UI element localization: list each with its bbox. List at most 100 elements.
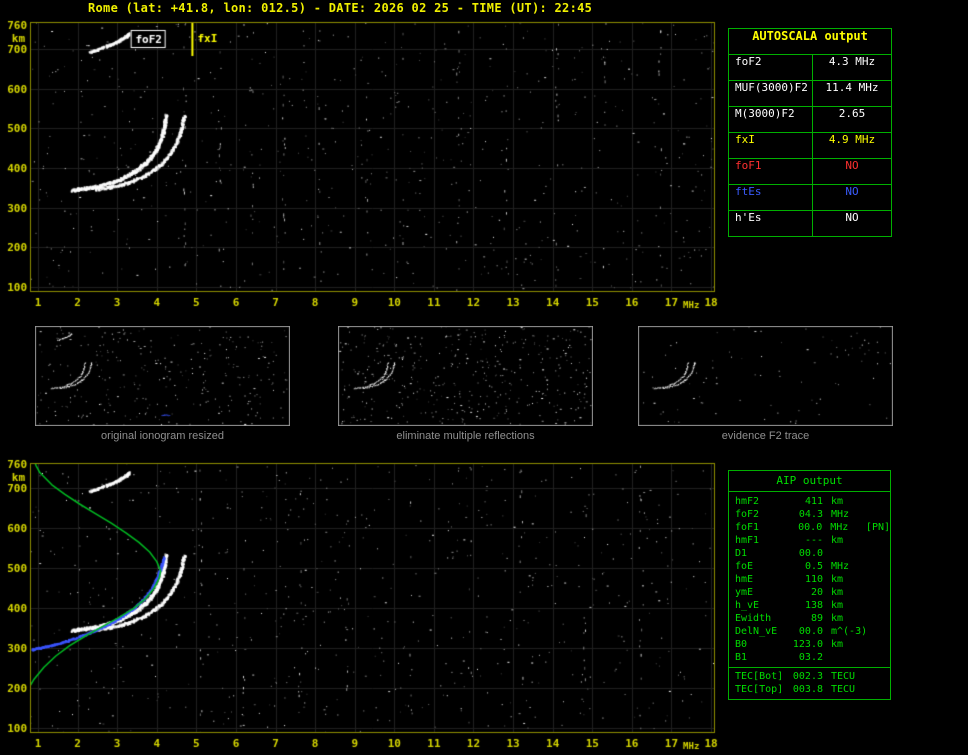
param-label: hmF1 — [735, 535, 760, 546]
param-label: foF1 — [729, 159, 813, 184]
param-unit: km — [831, 600, 844, 611]
param-label: DelN_vE — [735, 626, 778, 637]
param-label: B0 — [735, 639, 748, 650]
thumbnail-caption: eliminate multiple reflections — [396, 430, 535, 442]
param-value: 003.8 — [792, 684, 823, 695]
param-value: 138 — [804, 600, 823, 611]
param-note: [PN] — [865, 522, 891, 533]
param-unit: TECU — [831, 684, 856, 695]
param-value: 411 — [804, 496, 823, 507]
thumbnail-caption: evidence F2 trace — [721, 430, 810, 442]
param-unit: MHz — [831, 509, 850, 520]
ionogram-canvas — [0, 16, 730, 316]
param-value: NO — [845, 159, 859, 172]
param-note — [867, 625, 890, 638]
param-value: 11.4 MHz — [825, 81, 879, 94]
param-label: foE — [735, 561, 754, 572]
table-row: D1 00.0 — [729, 547, 890, 560]
param-label: MUF(3000)F2 — [729, 81, 813, 106]
param-unit: km — [831, 639, 844, 650]
param-label: hmE — [735, 574, 754, 585]
param-label: h'Es — [729, 211, 813, 236]
table-row: h'Es NO — [729, 211, 891, 236]
param-label: D1 — [735, 548, 748, 559]
param-value: 00.0 — [798, 522, 823, 533]
param-note — [867, 586, 890, 599]
param-value: --- — [804, 535, 823, 546]
param-value: NO — [845, 211, 859, 224]
param-note — [867, 508, 890, 521]
param-label: h_vE — [735, 600, 760, 611]
param-note — [867, 612, 890, 625]
autoscala-output-table: AUTOSCALA output foF2 4.3 MHz MUF(3000)F… — [728, 28, 892, 237]
station-title: Rome (lat: +41.8, lon: 012.5) - DATE: 20… — [88, 1, 593, 15]
param-unit: km — [831, 613, 844, 624]
table-row: B0 123.0 km — [729, 638, 890, 651]
param-label: hmF2 — [735, 496, 760, 507]
param-value: NO — [845, 185, 859, 198]
param-unit: MHz — [830, 522, 849, 533]
param-note — [867, 560, 890, 573]
table-row: Ewidth 89 km — [729, 612, 890, 625]
autoscala-window: Rome (lat: +41.8, lon: 012.5) - DATE: 20… — [0, 0, 968, 755]
param-value: 03.2 — [798, 652, 823, 663]
param-note — [867, 670, 890, 683]
profile-canvas — [0, 457, 730, 755]
param-label: ftEs — [729, 185, 813, 210]
param-value: 2.65 — [838, 107, 866, 120]
param-label: TEC[Bot] — [735, 671, 784, 682]
param-unit: km — [831, 587, 844, 598]
param-label: foF1 — [735, 522, 760, 533]
param-unit: m^(-3) — [831, 626, 868, 637]
param-unit: MHz — [831, 561, 850, 572]
param-value: 002.3 — [792, 671, 823, 682]
param-note — [867, 573, 890, 586]
param-unit: km — [831, 535, 844, 546]
table-row: foE 0.5 MHz — [729, 560, 890, 573]
table-row: MUF(3000)F2 11.4 MHz — [729, 81, 891, 107]
table-row: foF1 NO — [729, 159, 891, 185]
table-row: foF2 4.3 MHz — [729, 55, 891, 81]
param-unit — [823, 651, 867, 664]
aip-table-title: AIP output — [729, 471, 890, 492]
param-label: ymE — [735, 587, 754, 598]
aip-output-table: AIP output hmF2 411 km foF2 04.3 MHz foF… — [728, 470, 891, 700]
param-label: foF2 — [735, 509, 760, 520]
table-row: DelN_vE 00.0 m^(-3) — [729, 625, 890, 638]
param-note — [867, 547, 890, 560]
param-value: 4.3 MHz — [828, 55, 876, 68]
table-row: TEC[Bot] 002.3 TECU — [729, 670, 890, 683]
param-label: Ewidth — [735, 613, 772, 624]
param-unit: km — [831, 496, 844, 507]
param-note — [867, 651, 890, 664]
thumbnail-f2trace-canvas — [638, 326, 893, 426]
param-label: fxI — [729, 133, 813, 158]
table-row: foF2 04.3 MHz — [729, 508, 890, 521]
param-unit: TECU — [831, 671, 856, 682]
param-label: M(3000)F2 — [729, 107, 813, 132]
param-note — [867, 534, 890, 547]
param-value: 89 — [810, 613, 823, 624]
table-row: M(3000)F2 2.65 — [729, 107, 891, 133]
param-value: 123.0 — [792, 639, 823, 650]
param-unit — [823, 547, 867, 560]
param-value: 00.0 — [798, 548, 823, 559]
param-note — [867, 599, 890, 612]
param-note — [867, 683, 890, 696]
table-row: TEC[Top] 003.8 TECU — [729, 683, 890, 696]
param-unit: km — [831, 574, 844, 585]
table-row: B1 03.2 — [729, 651, 890, 664]
tec-section: TEC[Bot] 002.3 TECU TEC[Top] 003.8 TECU — [729, 667, 890, 696]
table-row: foF1 00.0 MHz [PN] — [729, 521, 890, 534]
table-row: ymE 20 km — [729, 586, 890, 599]
table-row: h_vE 138 km — [729, 599, 890, 612]
param-note — [867, 495, 890, 508]
table-row: ftEs NO — [729, 185, 891, 211]
autoscala-table-title: AUTOSCALA output — [729, 29, 891, 55]
thumbnail-reflections-canvas — [338, 326, 593, 426]
param-label: TEC[Top] — [735, 684, 784, 695]
param-value: 4.9 MHz — [828, 133, 876, 146]
param-value: 20 — [810, 587, 823, 598]
thumbnail-original-canvas — [35, 326, 290, 426]
thumbnail-caption: original ionogram resized — [101, 430, 224, 442]
